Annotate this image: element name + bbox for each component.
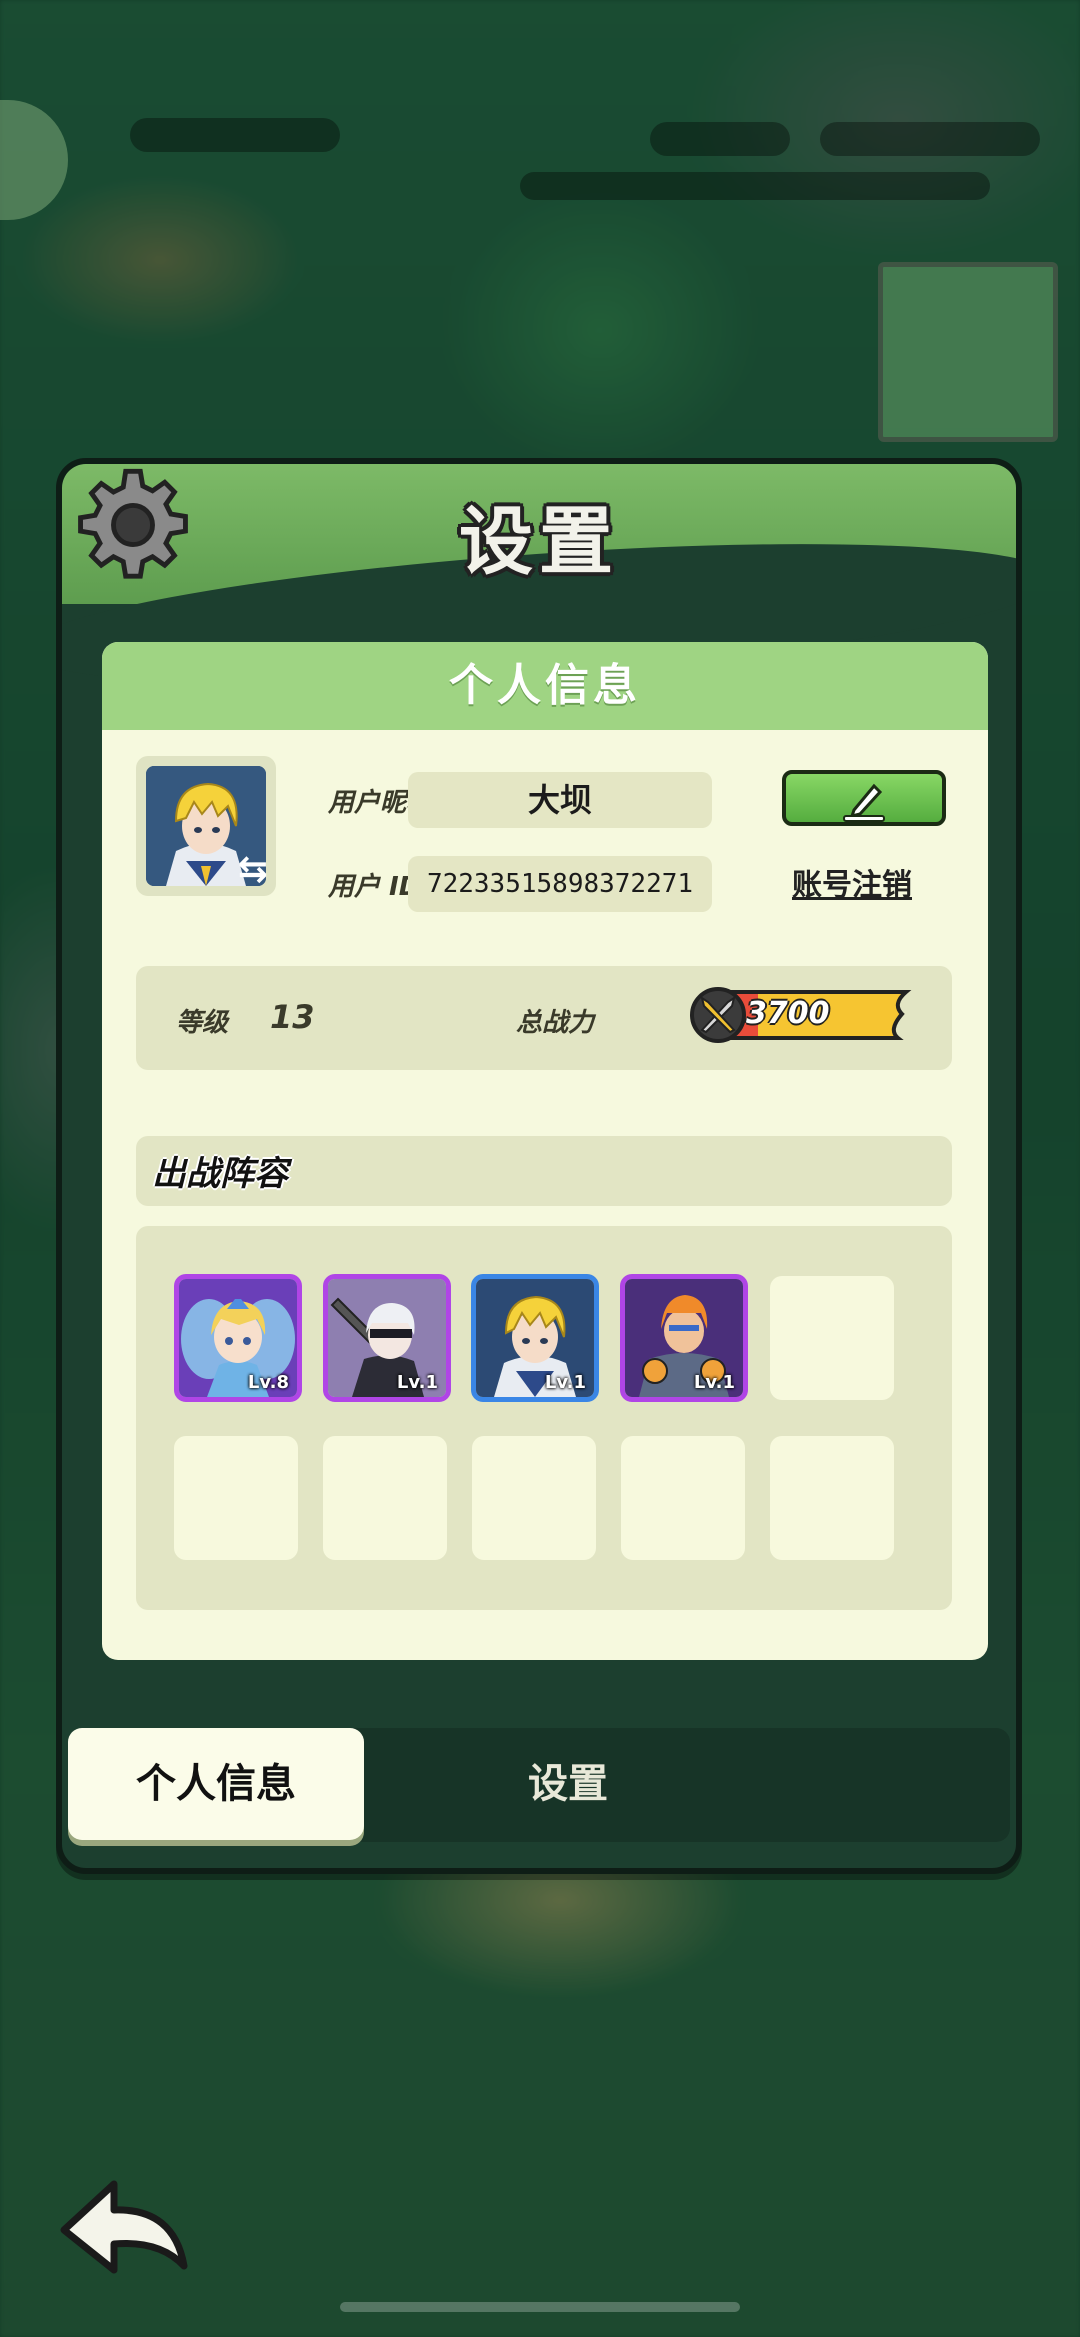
- profile-avatar[interactable]: ⇆: [136, 756, 276, 896]
- empty-hero-slot[interactable]: [174, 1436, 298, 1560]
- edit-nickname-button[interactable]: [782, 770, 946, 826]
- minimap: [878, 262, 1058, 442]
- hero-level: Lv.8: [247, 1372, 289, 1393]
- tab-personal-info[interactable]: 个人信息: [68, 1728, 364, 1840]
- tab-settings[interactable]: 设置: [368, 1728, 768, 1840]
- empty-hero-slot[interactable]: [472, 1436, 596, 1560]
- hero-level: Lv.1: [544, 1372, 586, 1393]
- lineup-title: 出战阵容: [152, 1154, 288, 1194]
- hero-slot-3[interactable]: Lv.1: [471, 1274, 599, 1402]
- sword-icon: [700, 995, 736, 1034]
- hero-slot-4[interactable]: Lv.1: [620, 1274, 748, 1402]
- empty-hero-slot[interactable]: [323, 1436, 447, 1560]
- swap-icon[interactable]: ⇆: [238, 852, 268, 888]
- power-label: 总战力: [516, 1008, 595, 1038]
- personal-info-card: 个人信息 ⇆ 用户昵称 大坝 用户 ID 72233515898372271 账…: [102, 642, 988, 1660]
- user-id-field: 72233515898372271: [408, 856, 712, 912]
- lineup-header: 出战阵容: [136, 1136, 952, 1206]
- hero-level: Lv.1: [693, 1372, 735, 1393]
- hero-slot-1[interactable]: Lv.8: [174, 1274, 302, 1402]
- cancel-account-link[interactable]: 账号注销: [792, 860, 912, 904]
- level-value: 13: [270, 998, 315, 1036]
- pencil-icon: [843, 783, 885, 822]
- nickname-field: 大坝: [408, 772, 712, 828]
- empty-hero-slot[interactable]: [621, 1436, 745, 1560]
- power-value: 3700: [746, 996, 830, 1031]
- panel-tabs: 个人信息 设置: [68, 1728, 1010, 1842]
- empty-hero-slot[interactable]: [770, 1436, 894, 1560]
- back-arrow-icon[interactable]: [56, 2170, 196, 2280]
- personal-info-header: 个人信息: [102, 642, 988, 730]
- hud-gem-counter: [650, 122, 790, 156]
- home-indicator[interactable]: [340, 2302, 740, 2312]
- lineup-grid: Lv.8 Lv.1 Lv.1 Lv.1: [136, 1226, 952, 1610]
- panel-title: 设置: [459, 499, 619, 585]
- user-id-label: 用户 ID: [328, 872, 421, 902]
- hud-player-bar: [130, 118, 340, 152]
- hero-level: Lv.1: [396, 1372, 438, 1393]
- power-badge: 3700: [688, 984, 918, 1046]
- level-label: 等级: [176, 1008, 229, 1038]
- hud-resource-row: [520, 172, 990, 200]
- stats-bar: 等级 13 总战力 3700: [136, 966, 952, 1070]
- hud-gold-counter: [820, 122, 1040, 156]
- hero-slot-2[interactable]: Lv.1: [323, 1274, 451, 1402]
- empty-hero-slot[interactable]: [770, 1276, 894, 1400]
- settings-panel: 设置 个人信息 ⇆ 用户昵称 大坝 用户 ID 7223351589837227…: [56, 458, 1022, 1874]
